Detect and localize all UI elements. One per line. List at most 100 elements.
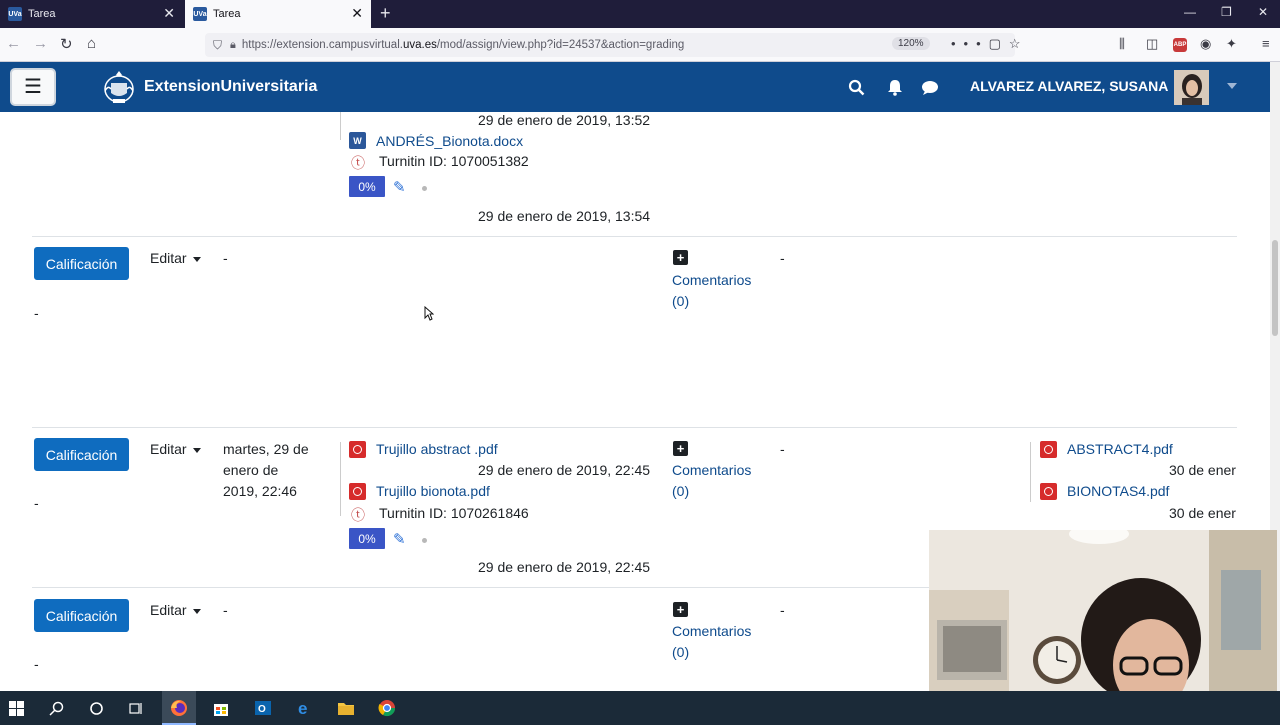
- uva-favicon-icon: UVa: [193, 7, 207, 21]
- task-view-icon[interactable]: [127, 699, 145, 717]
- tab-label: Tarea: [213, 8, 241, 20]
- browser-navigation-bar: ← → ↻ ⌂ ⛉ 🔒︎ https://extension.campusvir…: [0, 28, 1280, 62]
- library-icon[interactable]: ⫼: [1119, 36, 1125, 52]
- user-menu-chevron-down-icon[interactable]: [1227, 83, 1237, 89]
- grade-value: -: [34, 305, 39, 321]
- comments-link[interactable]: Comentarios: [672, 272, 751, 288]
- grade-value: -: [34, 656, 39, 672]
- pencil-edit-icon[interactable]: ✎: [393, 530, 406, 548]
- extension-icon[interactable]: ✦: [1226, 36, 1237, 52]
- page-actions[interactable]: •••▢☆: [951, 36, 1029, 52]
- expand-comments-icon[interactable]: +: [673, 602, 688, 617]
- status-dot-icon: [422, 538, 427, 543]
- comments-link[interactable]: Comentarios: [672, 623, 751, 639]
- expand-comments-icon[interactable]: +: [673, 441, 688, 456]
- adblock-icon[interactable]: ABP: [1173, 38, 1187, 52]
- close-tab-icon[interactable]: ✕: [163, 6, 175, 20]
- messages-icon[interactable]: [921, 80, 939, 96]
- grade-button[interactable]: Calificación: [34, 247, 129, 280]
- submission-date: 29 de enero de 2019, 13:54: [478, 208, 651, 224]
- user-menu-name[interactable]: ALVAREZ ALVAREZ, SUSANA: [970, 78, 1168, 94]
- file-submitted-date: 29 de enero de 2019, 22:45: [478, 462, 651, 478]
- row-separator: [32, 236, 1237, 237]
- submission-file-link[interactable]: Trujillo abstract .pdf: [376, 441, 498, 457]
- chevron-down-icon: [192, 447, 201, 453]
- edit-dropdown[interactable]: Editar: [150, 250, 201, 266]
- outlook-icon[interactable]: O: [254, 699, 272, 717]
- word-doc-icon: W: [349, 132, 366, 149]
- nav-drawer-button[interactable]: ☰: [10, 68, 56, 106]
- site-brand[interactable]: ExtensionUniversitaria: [101, 69, 317, 105]
- comments-count[interactable]: (0): [672, 644, 689, 660]
- close-tab-icon[interactable]: ✕: [351, 6, 363, 20]
- window-close-icon[interactable]: ✕: [1258, 5, 1268, 19]
- mouse-cursor-icon: [424, 306, 434, 321]
- grade-button[interactable]: Calificación: [34, 438, 129, 471]
- pdf-icon: [349, 483, 366, 500]
- zoom-level-badge[interactable]: 120%: [892, 37, 930, 50]
- pencil-edit-icon[interactable]: ✎: [393, 178, 406, 196]
- address-bar[interactable]: ⛉ 🔒︎ https://extension.campusvirtual.uva…: [205, 33, 1021, 57]
- firefox-icon[interactable]: [170, 699, 188, 717]
- feedback-file-date: 30 de ener: [1169, 505, 1236, 521]
- submission-date: 29 de enero de 2019, 22:45: [478, 559, 651, 575]
- scrollbar-thumb[interactable]: [1272, 240, 1278, 336]
- svg-text:e: e: [298, 699, 307, 717]
- file-tree-line: [1030, 442, 1031, 502]
- cortana-icon[interactable]: [87, 699, 105, 717]
- row-separator: [32, 427, 1237, 428]
- feedback-file-link[interactable]: BIONOTAS4.pdf: [1067, 483, 1169, 499]
- edit-label: Editar: [150, 250, 187, 266]
- url-text[interactable]: https://extension.campusvirtual.uva.es/m…: [242, 39, 684, 51]
- reload-icon[interactable]: ↻: [60, 35, 73, 53]
- file-explorer-icon[interactable]: [337, 699, 355, 717]
- tracking-shield-icon[interactable]: ⛉: [213, 38, 222, 53]
- search-icon[interactable]: [47, 699, 65, 717]
- hamburger-icon: ☰: [24, 76, 42, 98]
- menu-icon[interactable]: ≡: [1262, 36, 1270, 51]
- status-dot-icon: [422, 186, 427, 191]
- grade-button[interactable]: Calificación: [34, 599, 129, 632]
- minimize-icon[interactable]: —: [1184, 5, 1196, 19]
- chrome-icon[interactable]: [378, 699, 396, 717]
- similarity-score-badge[interactable]: 0%: [349, 528, 385, 549]
- forward-icon[interactable]: →: [33, 35, 48, 52]
- expand-comments-icon[interactable]: +: [673, 250, 688, 265]
- browser-tab-2[interactable]: UVa Tarea ✕: [185, 0, 371, 28]
- windows-start-icon[interactable]: [7, 699, 25, 717]
- feedback-value: -: [780, 441, 785, 457]
- pdf-icon: [349, 441, 366, 458]
- comments-link[interactable]: Comentarios: [672, 462, 751, 478]
- sidebar-icon[interactable]: ◫: [1146, 36, 1158, 52]
- turnitin-icon: ⓣ: [351, 155, 365, 171]
- turnitin-id: Turnitin ID: 1070261846: [379, 505, 529, 521]
- last-modified-line-1: martes, 29 de: [223, 441, 309, 457]
- comments-count[interactable]: (0): [672, 483, 689, 499]
- chevron-down-icon: [192, 256, 201, 262]
- similarity-score-badge[interactable]: 0%: [349, 176, 385, 197]
- feedback-file-link[interactable]: ABSTRACT4.pdf: [1067, 441, 1173, 457]
- last-modified: -: [223, 250, 228, 266]
- notifications-bell-icon[interactable]: [887, 79, 903, 96]
- edit-dropdown[interactable]: Editar: [150, 441, 201, 457]
- back-icon[interactable]: ←: [6, 35, 21, 52]
- edit-dropdown[interactable]: Editar: [150, 602, 201, 618]
- new-tab-button[interactable]: +: [380, 3, 391, 24]
- submission-file-link[interactable]: Trujillo bionota.pdf: [376, 483, 490, 499]
- comments-count[interactable]: (0): [672, 293, 689, 309]
- edge-icon[interactable]: e: [296, 699, 314, 717]
- search-icon[interactable]: [848, 79, 865, 96]
- home-icon[interactable]: ⌂: [87, 35, 96, 52]
- restore-icon[interactable]: ❐: [1221, 5, 1232, 19]
- account-icon[interactable]: ◉: [1200, 36, 1211, 52]
- submission-file-link[interactable]: ANDRÉS_Bionota.docx: [376, 133, 523, 149]
- feedback-value: -: [780, 250, 785, 266]
- file-tree-line: [340, 442, 341, 516]
- user-avatar[interactable]: [1174, 70, 1209, 105]
- last-modified-line-3: 2019, 22:46: [223, 483, 297, 499]
- lock-icon[interactable]: 🔒︎: [230, 39, 236, 52]
- last-modified-line-2: enero de: [223, 462, 279, 478]
- browser-tab-1[interactable]: UVa Tarea ✕: [0, 0, 183, 28]
- store-icon[interactable]: [212, 699, 230, 717]
- svg-text:O: O: [258, 704, 266, 715]
